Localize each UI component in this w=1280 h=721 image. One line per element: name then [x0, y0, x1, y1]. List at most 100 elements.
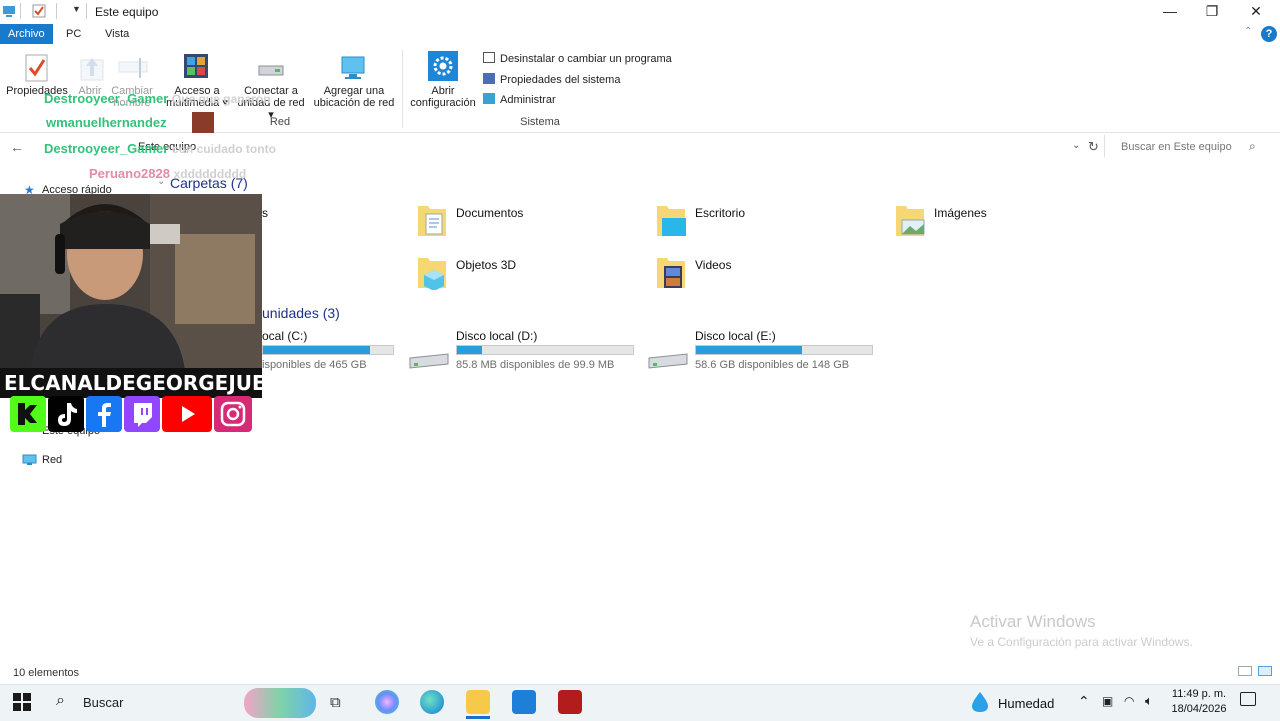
pictures-folder-icon: [894, 202, 925, 236]
minimize-button[interactable]: —: [1148, 0, 1192, 24]
copilot-icon[interactable]: [375, 690, 399, 714]
back-arrow-icon[interactable]: ←: [10, 139, 24, 155]
details-view-icon[interactable]: [1238, 666, 1252, 676]
manage-button[interactable]: Administrar: [483, 92, 556, 108]
channel-name-banner: ELCANALDEGEORGEJUEGA: [0, 368, 298, 398]
folder-documentos[interactable]: Documentos: [456, 206, 523, 220]
windows-start-icon[interactable]: [13, 693, 31, 714]
add-network-location-button[interactable]: Agregar una ubicación de red: [312, 85, 396, 109]
device-icon[interactable]: ▣: [1102, 694, 1113, 708]
taskbar-search-box[interactable]: Buscar: [83, 695, 123, 710]
facebook-icon: [86, 396, 122, 432]
settings-label-2: configuración: [410, 97, 476, 109]
divider: [402, 50, 403, 128]
webcam-scene: [0, 194, 262, 370]
wifi-icon[interactable]: ◠: [1124, 694, 1134, 708]
uninstall-icon: [483, 52, 495, 63]
chat-message-4: Peruano2828 xddddddddd: [89, 166, 246, 181]
chat-text-3: con cuidado tonto: [171, 142, 276, 156]
system-properties-label: Propiedades del sistema: [500, 74, 621, 86]
system-properties-icon: [483, 73, 495, 84]
youtube-icon: [162, 396, 212, 432]
quick-access-dropdown-icon[interactable]: ▼: [72, 4, 81, 14]
notifications-icon[interactable]: [1240, 692, 1256, 706]
add-location-label-2: ubicación de red: [313, 97, 395, 109]
3d-objects-folder-icon: [416, 254, 446, 291]
chat-user-1: Destrooyeer_Gamer: [44, 91, 169, 106]
search-highlight-icon[interactable]: [244, 688, 316, 718]
drive-d-usage-bar: [456, 345, 634, 355]
game-app-icon[interactable]: [558, 690, 582, 714]
system-properties-button[interactable]: Propiedades del sistema: [483, 72, 620, 88]
volume-icon[interactable]: 🔈︎: [1145, 693, 1153, 709]
edge-icon[interactable]: [420, 690, 444, 714]
group-label-network: Red: [269, 116, 291, 128]
divider: [56, 3, 57, 19]
drive-c-usage-fill: [263, 346, 370, 354]
properties-quick-icon[interactable]: [32, 4, 46, 18]
chat-message-1: Destrooyeer_Gamer Que que ganaron: [44, 91, 271, 106]
file-explorer-icon[interactable]: [466, 690, 490, 714]
title-bar: [0, 0, 1280, 24]
clock-time: 11:49 p. m.: [1171, 688, 1227, 700]
kick-icon: [10, 396, 46, 432]
folder-escritorio[interactable]: Escritorio: [695, 206, 745, 220]
large-icons-view-icon[interactable]: [1258, 666, 1272, 676]
divider: [86, 3, 87, 19]
nav-network[interactable]: Red: [42, 454, 62, 466]
help-icon[interactable]: ?: [1261, 26, 1277, 42]
chat-text-1: Que que ganaron: [171, 92, 271, 106]
show-hidden-icons-chevron-icon[interactable]: ⌃: [1078, 693, 1090, 710]
drive-e-icon: [647, 350, 689, 375]
folder-objetos-3d[interactable]: Objetos 3D: [456, 258, 516, 272]
search-input[interactable]: Buscar en Este equipo: [1121, 141, 1232, 153]
taskbar-search-icon: ⌕: [56, 692, 65, 709]
open-settings-button[interactable]: Abrir configuración: [406, 85, 480, 109]
tab-pc[interactable]: PC: [58, 24, 89, 44]
webcam-feed: [0, 194, 262, 370]
task-view-icon[interactable]: ⧉: [330, 694, 341, 711]
media-access-icon: [182, 52, 212, 85]
documents-folder-icon: [416, 202, 446, 236]
humidity-icon: [968, 690, 992, 717]
window-title: Este equipo: [95, 5, 159, 19]
search-icon: ⌕: [1249, 139, 1256, 153]
address-history-dropdown-icon[interactable]: ⌄: [1072, 140, 1080, 151]
item-count: 10 elementos: [13, 667, 80, 679]
close-button[interactable]: ✕: [1234, 0, 1278, 24]
folder-imagenes[interactable]: Imágenes: [934, 206, 987, 220]
chat-message-3: Destrooyeer_Gamer con cuidado tonto: [44, 141, 276, 156]
tab-vista[interactable]: Vista: [97, 24, 137, 44]
folder-videos[interactable]: Videos: [695, 258, 731, 272]
network-icon: [22, 454, 38, 469]
chat-user-4: Peruano2828: [89, 166, 170, 181]
clock[interactable]: 11:49 p. m. 18/04/2026: [1170, 688, 1228, 715]
videos-folder-icon: [655, 254, 685, 288]
drive-c-usage-bar: [262, 345, 394, 355]
chat-message-2: wmanuelhernandez: [46, 115, 167, 130]
chat-avatar: [192, 112, 214, 133]
drives-header[interactable]: unidades (3): [262, 305, 340, 321]
pc-window-icon: [2, 4, 16, 18]
drive-d-free-space: 85.8 MB disponibles de 99.9 MB: [456, 359, 615, 371]
uninstall-program-button[interactable]: Desinstalar o cambiar un programa: [483, 51, 672, 67]
drive-d-label[interactable]: Disco local (D:): [456, 329, 537, 343]
drive-e-label[interactable]: Disco local (E:): [695, 329, 776, 343]
drive-c-free-space: isponibles de 465 GB: [262, 359, 367, 371]
manage-icon: [483, 93, 495, 104]
drive-c-label[interactable]: ocal (C:): [262, 329, 307, 343]
collapse-ribbon-icon[interactable]: ⌃: [1244, 26, 1252, 37]
outlook-icon[interactable]: [512, 690, 536, 714]
weather-widget[interactable]: Humedad: [998, 696, 1054, 711]
chat-user-2: wmanuelhernandez: [46, 115, 167, 130]
maximize-button[interactable]: ❐: [1190, 0, 1234, 24]
manage-label: Administrar: [500, 94, 556, 106]
refresh-icon[interactable]: ↻: [1088, 139, 1099, 155]
rename-icon: [118, 56, 148, 83]
tab-archivo[interactable]: Archivo: [0, 24, 53, 44]
divider: [1104, 135, 1105, 157]
clock-date: 18/04/2026: [1171, 703, 1227, 715]
instagram-icon: [214, 396, 252, 432]
drive-d-icon: [408, 350, 450, 375]
twitch-icon: [124, 396, 160, 432]
